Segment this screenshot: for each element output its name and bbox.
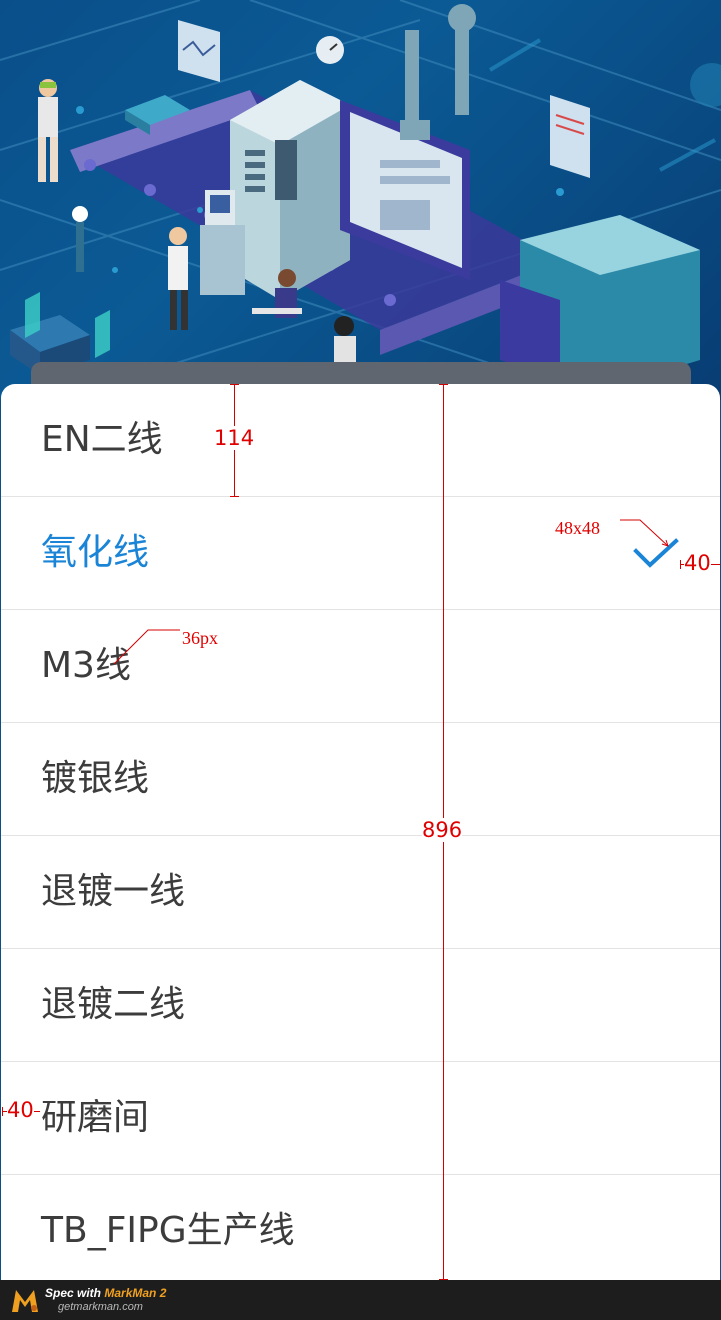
list-item-label: TB_FIPG生产线 [41,1210,295,1251]
list-item-en-line-2[interactable]: EN二线 [1,384,720,497]
list-item-label: EN二线 [41,419,163,460]
hero-illustration [0,0,721,400]
list-item-oxidation-line[interactable]: 氧化线 [1,497,720,610]
left-margin-label: 40 [7,1098,34,1122]
guide-cap [230,384,239,385]
list-item-tb-fipg-line[interactable]: TB_FIPG生产线 [1,1175,720,1280]
list-item-m3-line[interactable]: M3线 [1,610,720,723]
markman-logo-icon [12,1290,38,1312]
icon-size-label: 48x48 [555,518,600,538]
footer-brand: MarkMan 2 [104,1286,167,1300]
list-item-label: 研磨间 [41,1097,150,1138]
sheet-height-label: 896 [422,818,463,842]
list-item-label: 镀银线 [41,758,150,799]
list-item-silver-plating-line[interactable]: 镀银线 [1,723,720,836]
guide-cap [2,1107,3,1116]
row-height-label: 114 [214,426,255,450]
list-item-deplating-line-1[interactable]: 退镀一线 [1,836,720,949]
footer-title: Spec with MarkMan 2 [45,1286,166,1300]
markman-footer: Spec with MarkMan 2 getmarkman.com [0,1280,721,1320]
font-size-label: 36px [182,628,218,648]
icon-size-leader [620,519,669,547]
guide-cap [680,560,681,569]
footer-site: getmarkman.com [58,1301,143,1313]
guide-cap [230,496,239,497]
list-item-label: 退镀二线 [41,984,186,1025]
line-picker-sheet: EN二线 氧化线 M3线 镀银线 退镀一线 退镀二线 研磨间 TB_FIPG生产… [1,384,720,1280]
guide-cap [439,384,448,385]
right-margin-label: 40 [684,551,711,575]
list-item-label: 氧化线 [41,532,150,573]
font-size-leader [113,629,180,665]
footer-spec-text: Spec with [45,1286,102,1300]
list-item-label: 退镀一线 [41,871,186,912]
list-item-deplating-line-2[interactable]: 退镀二线 [1,949,720,1062]
list-item-grinding-room[interactable]: 研磨间 [1,1062,720,1175]
